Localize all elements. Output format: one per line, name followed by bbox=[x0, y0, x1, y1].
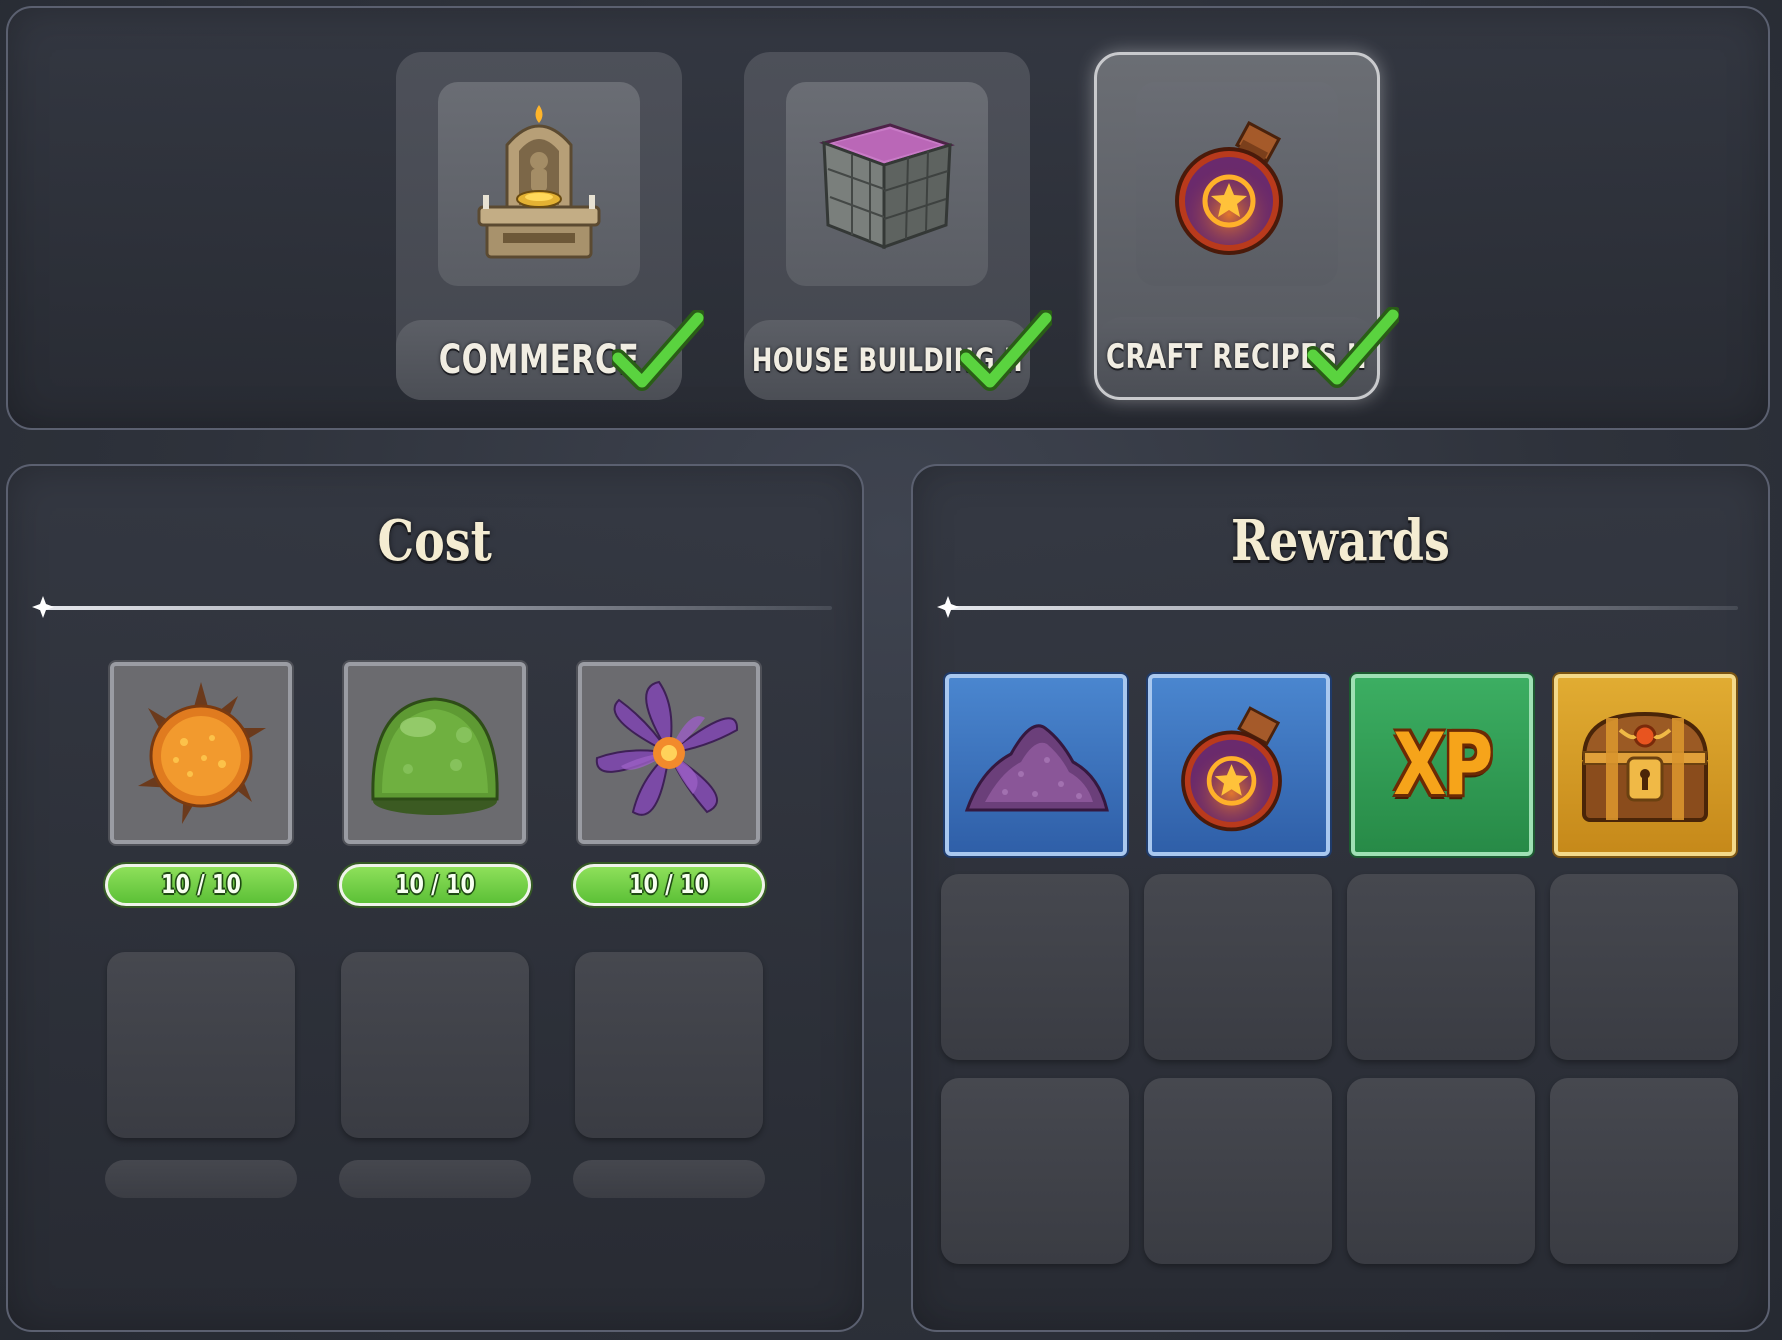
rewards-divider bbox=[937, 596, 1738, 618]
green-slime-orb-icon bbox=[371, 697, 499, 815]
shrine-icon bbox=[477, 105, 601, 259]
empty-cost-slot bbox=[341, 952, 529, 1138]
category-label: COMMERCE bbox=[438, 337, 640, 383]
category-icon-box bbox=[786, 82, 988, 286]
spiked-orange-seed-icon bbox=[138, 682, 266, 824]
empty-reward-slot bbox=[1347, 874, 1535, 1060]
potion-flask-icon bbox=[1181, 706, 1282, 832]
stone-block-icon bbox=[819, 123, 955, 250]
checkmark-icon bbox=[1307, 307, 1399, 388]
category-card-craft-recipes[interactable]: CRAFT RECIPES II bbox=[1094, 52, 1399, 400]
category-card-house-building[interactable]: HOUSE BUILDING II bbox=[744, 52, 1052, 400]
empty-reward-slot bbox=[1550, 1078, 1738, 1264]
empty-reward-slot bbox=[1144, 874, 1332, 1060]
empty-reward-slot bbox=[1550, 874, 1738, 1060]
cost-progress-pill: 10 / 10 bbox=[105, 864, 297, 906]
category-card-commerce[interactable]: COMMERCE bbox=[396, 52, 704, 400]
reward-item-slot[interactable] bbox=[1554, 674, 1736, 856]
rewards-title: Rewards bbox=[1231, 508, 1450, 574]
cost-divider bbox=[32, 596, 832, 618]
empty-progress-pill bbox=[339, 1160, 531, 1198]
cost-progress-pill: 10 / 10 bbox=[573, 864, 765, 906]
empty-progress-pill bbox=[573, 1160, 765, 1198]
reward-item-slot[interactable]: XP bbox=[1351, 674, 1533, 856]
empty-reward-slot bbox=[1144, 1078, 1332, 1264]
purple-flower-icon bbox=[595, 680, 739, 816]
xp-icon: XP bbox=[1393, 715, 1493, 815]
rewards-panel: Rewards XP bbox=[911, 464, 1770, 1332]
category-icon-box bbox=[438, 82, 640, 286]
checkmark-icon bbox=[612, 310, 704, 391]
checkmark-icon bbox=[960, 310, 1052, 391]
cost-item-slot[interactable] bbox=[110, 662, 292, 844]
cost-title: Cost bbox=[377, 508, 493, 574]
treasure-chest-icon bbox=[1581, 711, 1709, 822]
diamond-icon bbox=[32, 596, 54, 618]
empty-cost-slot bbox=[575, 952, 763, 1138]
empty-progress-pill bbox=[105, 1160, 297, 1198]
diamond-icon bbox=[937, 596, 959, 618]
purple-powder-pile-icon bbox=[964, 724, 1109, 812]
reward-item-slot[interactable] bbox=[1148, 674, 1330, 856]
cost-panel: Cost 10 / 10 10 / 10 10 / 10 bbox=[6, 464, 864, 1332]
empty-cost-slot bbox=[107, 952, 295, 1138]
cost-progress-pill: 10 / 10 bbox=[339, 864, 531, 906]
reward-item-slot[interactable] bbox=[945, 674, 1127, 856]
category-icon-box bbox=[1136, 82, 1338, 286]
empty-reward-slot bbox=[1347, 1078, 1535, 1264]
empty-reward-slot bbox=[941, 1078, 1129, 1264]
cost-item-slot[interactable] bbox=[578, 662, 760, 844]
empty-reward-slot bbox=[941, 874, 1129, 1060]
category-panel: COMMERCE HOUSE BUILDING II CRAFT RECIPES… bbox=[6, 6, 1770, 430]
potion-flask-icon bbox=[1175, 120, 1283, 255]
cost-item-slot[interactable] bbox=[344, 662, 526, 844]
